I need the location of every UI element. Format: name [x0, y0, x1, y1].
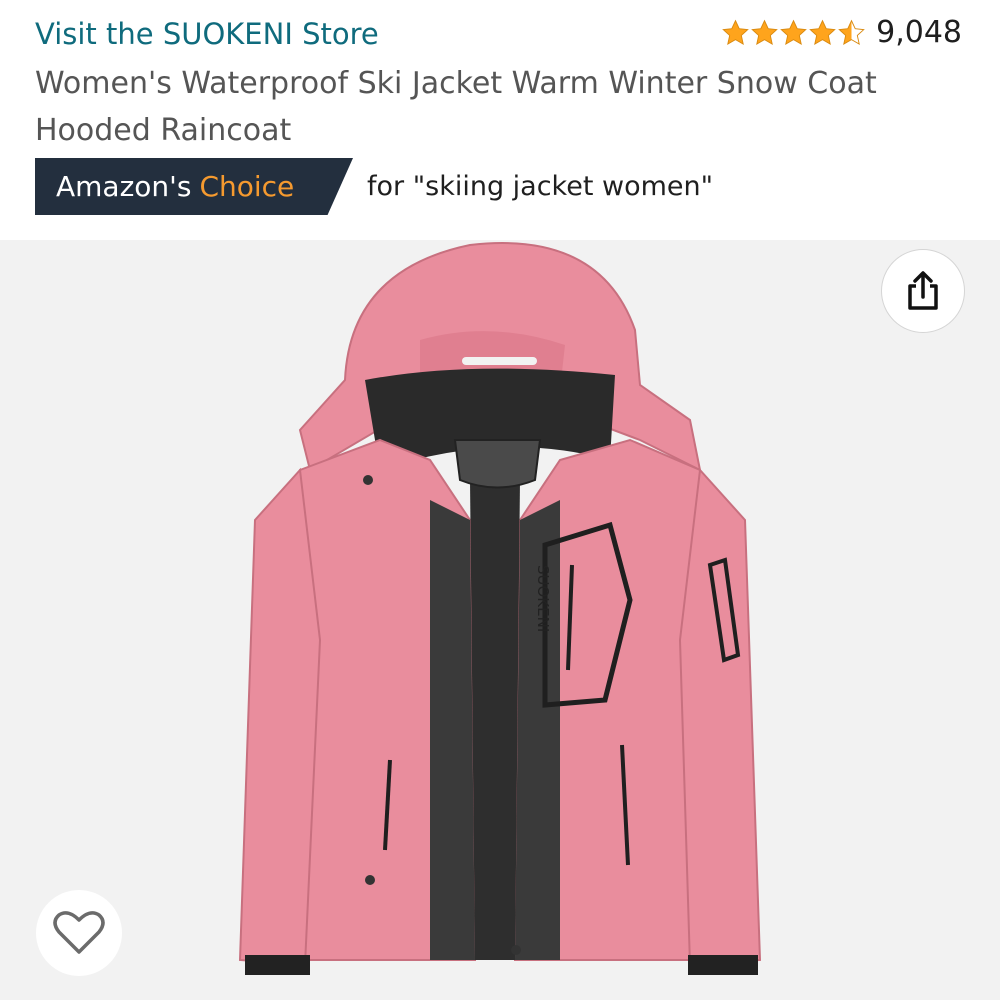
star-icon — [780, 19, 807, 45]
badge-highlight: Choice — [199, 170, 295, 203]
favorite-button[interactable] — [36, 890, 122, 976]
share-icon — [908, 271, 938, 310]
jacket-illustration: SUOKENI — [238, 242, 762, 975]
badge-context: for "skiing jacket women" — [367, 171, 714, 202]
star-half-icon — [838, 19, 865, 45]
rating[interactable]: 9,048 — [721, 15, 962, 50]
brand-text: SUOKENI — [534, 565, 552, 632]
badge-prefix: Amazon's — [56, 170, 192, 203]
review-count[interactable]: 9,048 — [876, 15, 962, 50]
star-icon — [722, 19, 749, 45]
star-icon — [751, 19, 778, 45]
product-title: Women's Waterproof Ski Jacket Warm Winte… — [35, 66, 877, 148]
amazons-choice-badge: Amazon's Choice — [35, 158, 353, 215]
amazons-choice-badge-row: Amazon's Choice for "skiing jacket women" — [35, 158, 713, 215]
heart-icon — [53, 911, 105, 954]
star-icon — [809, 19, 836, 45]
product-image[interactable]: SUOKENI — [0, 240, 1000, 1000]
star-rating — [721, 19, 866, 47]
store-link[interactable]: Visit the SUOKENI Store — [35, 17, 379, 51]
share-button[interactable] — [881, 249, 965, 333]
